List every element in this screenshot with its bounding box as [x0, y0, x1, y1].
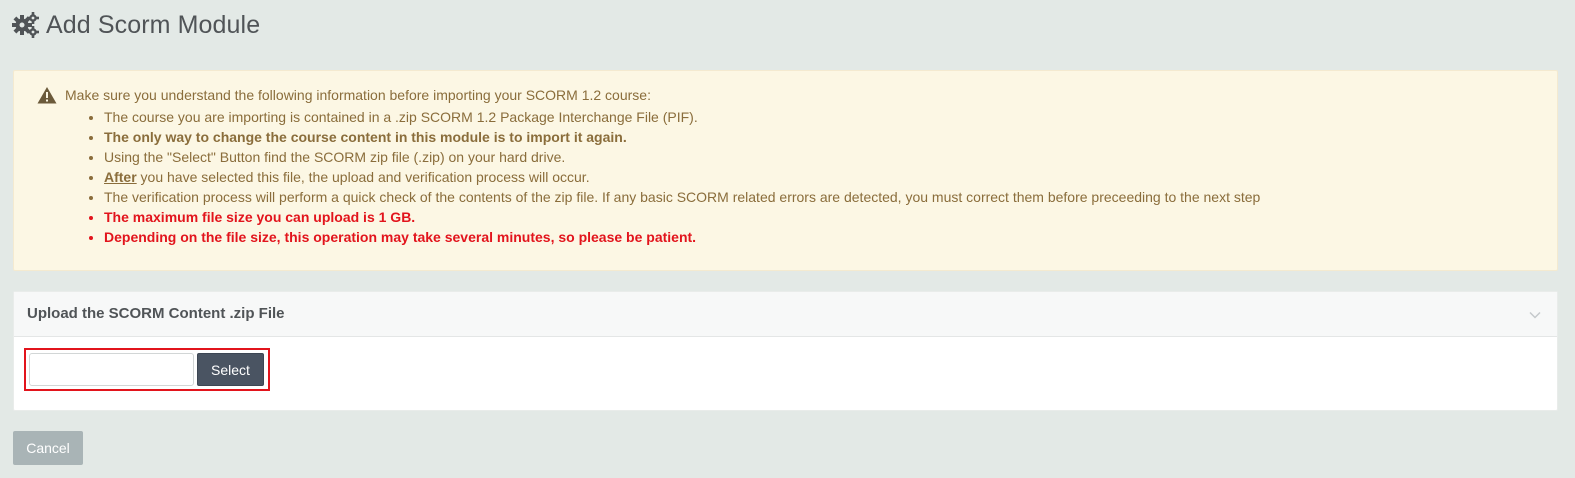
warning-intro: Make sure you understand the following i…: [37, 86, 651, 104]
warning-intro-text: Make sure you understand the following i…: [65, 87, 651, 103]
chevron-down-icon[interactable]: [1529, 307, 1541, 319]
page-header: Add Scorm Module: [12, 8, 260, 42]
file-path-input[interactable]: [29, 353, 194, 386]
warning-item-after: After you have selected this file, the u…: [104, 167, 1260, 187]
warning-list: The course you are importing is containe…: [104, 107, 1260, 247]
upload-panel-title: Upload the SCORM Content .zip File: [27, 305, 285, 322]
gears-icon: [12, 11, 40, 39]
warning-triangle-icon: [37, 86, 57, 104]
select-file-button[interactable]: Select: [197, 353, 264, 386]
page-title: Add Scorm Module: [46, 10, 261, 39]
warning-item-max-size: The maximum file size you can upload is …: [104, 207, 1260, 227]
warning-alert: Make sure you understand the following i…: [13, 70, 1558, 271]
cancel-button[interactable]: Cancel: [13, 431, 83, 465]
warning-item-verification: The verification process will perform a …: [104, 187, 1260, 207]
file-upload-group: Select: [24, 348, 270, 391]
after-text: you have selected this file, the upload …: [136, 169, 590, 185]
after-emphasis: After: [104, 169, 137, 185]
warning-item-reimport: The only way to change the course conten…: [104, 127, 1260, 147]
warning-item-patience: Depending on the file size, this operati…: [104, 227, 1260, 247]
warning-item-select: Using the "Select" Button find the SCORM…: [104, 147, 1260, 167]
upload-panel: Upload the SCORM Content .zip File Selec…: [13, 291, 1558, 411]
upload-panel-header[interactable]: Upload the SCORM Content .zip File: [14, 292, 1557, 337]
warning-item-format: The course you are importing is containe…: [104, 107, 1260, 127]
page: Add Scorm Module Make sure you understan…: [0, 0, 1575, 478]
